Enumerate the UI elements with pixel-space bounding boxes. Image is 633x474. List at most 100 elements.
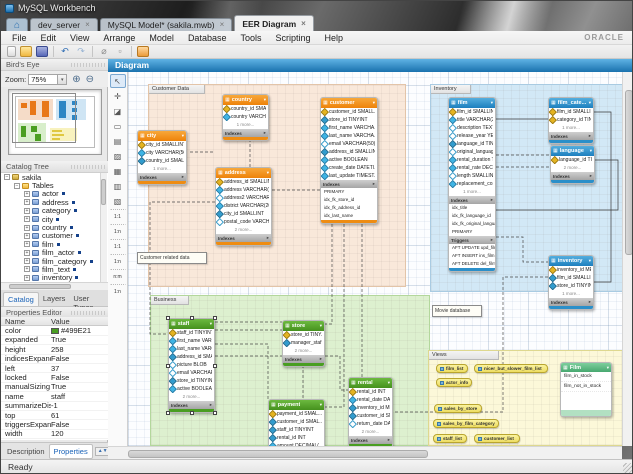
tab-catalog[interactable]: Catalog	[3, 292, 39, 306]
column-row[interactable]: payment_id SMAL...	[269, 410, 324, 418]
column-row[interactable]: address2 VARCHAR(50)	[216, 194, 271, 202]
property-row-manualsizing[interactable]: manualSizingTrue	[1, 383, 108, 392]
collapse-arrow-icon[interactable]: ▾	[388, 380, 390, 386]
column-row[interactable]: last_update TIMEST...	[321, 172, 377, 180]
undo-icon[interactable]: ↶	[59, 46, 71, 57]
expand-arrow-icon[interactable]: ▸	[589, 133, 591, 139]
column-row[interactable]: email VARCHAR(50)	[321, 140, 377, 148]
expand-arrow-icon[interactable]: ▸	[491, 197, 493, 203]
section-item[interactable]: idx_fk_address_id	[321, 204, 377, 212]
section-indexes[interactable]: Indexes▸	[549, 298, 593, 306]
property-row-name[interactable]: namestaff	[1, 392, 108, 401]
section-item[interactable]: idx_last_name	[321, 212, 377, 220]
table-header[interactable]: ▦store▾	[283, 321, 324, 331]
table-rental[interactable]: ▦rental▾rental_id INTrental_date DATE...…	[348, 377, 393, 446]
property-row-triggersexpanded[interactable]: triggersExpandedFalse	[1, 420, 108, 429]
menu-model[interactable]: Model	[142, 33, 181, 43]
more-columns[interactable]: 1 more...	[449, 188, 495, 196]
column-row[interactable]: store_id TINY...	[283, 331, 324, 339]
section-indexes[interactable]: Indexes▸	[169, 401, 214, 409]
rel-1-n-identifying-tool[interactable]: 1:n	[110, 254, 126, 268]
column-row[interactable]: staff_id TINYINT	[269, 426, 324, 434]
resize-grip[interactable]	[623, 463, 633, 473]
column-row[interactable]: postal_code VARCH...	[216, 218, 271, 226]
select-tool[interactable]: ↖	[110, 74, 126, 88]
rel-1-1-non-identifying-tool[interactable]: 1:1	[110, 209, 126, 223]
column-row[interactable]: address_id SMALLINT	[216, 178, 271, 186]
canvas-vertical-scrollbar[interactable]	[622, 72, 633, 446]
view-sales-by-film-category[interactable]: sales_by_film_category	[433, 419, 499, 428]
column-row[interactable]: city VARCHAR(50)	[138, 149, 186, 157]
table-header[interactable]: ▦inventory▾	[549, 256, 593, 266]
selection-handle[interactable]	[166, 364, 170, 368]
expand-icon[interactable]: +	[24, 191, 30, 197]
section-item[interactable]: AFT UPDATE upd_film	[449, 244, 495, 252]
diagram-canvas[interactable]: Customer DataInventoryBusinessViews	[128, 72, 622, 446]
table-language[interactable]: ▦language▾language_id TINY...2 more...In…	[550, 145, 595, 184]
collapse-arrow-icon[interactable]: ▾	[590, 148, 592, 154]
note-movie-database[interactable]: Movie database	[432, 305, 482, 317]
column-row[interactable]: last_name VARCHA...	[321, 132, 377, 140]
column-row[interactable]: create_date DATETI...	[321, 164, 377, 172]
column-row[interactable]: first_name VARCH...	[169, 337, 214, 345]
property-row-summarizedisplay[interactable]: summarizeDisplay-1	[1, 402, 108, 411]
column-row[interactable]: inventory_id MEDI...	[349, 404, 392, 412]
routine-film-not-in-stock[interactable]: film_not_in_stock	[561, 382, 611, 392]
table-header[interactable]: ▦address▾	[216, 168, 271, 178]
tab-user-types[interactable]: User Types	[69, 292, 108, 306]
table-address[interactable]: ▦address▾address_id SMALLINTaddress VARC…	[215, 167, 272, 246]
minimap-viewport[interactable]	[12, 93, 76, 143]
section-indexes[interactable]: Indexes▸	[549, 132, 593, 140]
canvas-hscroll-thumb[interactable]	[128, 450, 428, 458]
column-row[interactable]: rental_rate DECIMA...	[449, 164, 495, 172]
section-item[interactable]: PRIMARY	[449, 228, 495, 236]
tree-table-category[interactable]: +category	[1, 207, 108, 215]
table-customer[interactable]: ▦customer▾customer_id SMALL...store_id T…	[320, 97, 378, 224]
column-row[interactable]: active BOOLEAN	[169, 385, 214, 393]
column-row[interactable]: language_id TINY...	[551, 156, 594, 164]
magnet-icon[interactable]: ⌀	[98, 46, 110, 57]
column-row[interactable]: city_id SMALLINT	[216, 210, 271, 218]
layer-tool[interactable]: ▭	[110, 119, 126, 133]
table-header[interactable]: ▦staff▾	[169, 319, 214, 329]
collapse-arrow-icon[interactable]: ▾	[373, 100, 375, 106]
table-film[interactable]: ▦film▾film_id SMALLINTtitle VARCHAR(255)…	[448, 97, 496, 272]
column-row[interactable]: picture BLOB	[169, 361, 214, 369]
section-indexes[interactable]: Indexes▸	[138, 173, 186, 181]
table-store[interactable]: ▦store▾store_id TINY...manager_staf...2 …	[282, 320, 325, 367]
table-header[interactable]: ▦payment▾	[269, 400, 324, 410]
zoom-in-icon[interactable]: ⊕	[72, 74, 80, 85]
section-item[interactable]: PRIMARY	[321, 188, 377, 196]
column-row[interactable]: address VARCHAR(50)	[216, 186, 271, 194]
selection-handle[interactable]	[190, 316, 194, 320]
expand-icon[interactable]: +	[24, 241, 30, 247]
view-sales-by-store[interactable]: sales_by_store	[434, 404, 482, 413]
column-row[interactable]: category_id TINY...	[549, 116, 593, 124]
column-row[interactable]: country VARCHAR(50)	[223, 113, 268, 121]
section-indexes[interactable]: Indexes▸	[223, 129, 268, 137]
routine-film-in-stock[interactable]: film_in_stock	[561, 372, 611, 382]
routine-group-header[interactable]: ▦Film▾	[561, 363, 611, 372]
property-row-top[interactable]: top61	[1, 411, 108, 420]
column-row[interactable]: amount DECIMAL(...	[269, 442, 324, 446]
property-row-left[interactable]: left37	[1, 364, 108, 373]
menu-view[interactable]: View	[63, 33, 96, 43]
expand-icon[interactable]: +	[24, 258, 30, 264]
menu-database[interactable]: Database	[181, 33, 234, 43]
column-row[interactable]: address_id SMALL...	[169, 353, 214, 361]
expand-icon[interactable]: +	[24, 275, 30, 281]
view-tool[interactable]: ▥	[110, 179, 126, 193]
expand-icon[interactable]: +	[24, 225, 30, 231]
grid-icon[interactable]: ▫	[114, 46, 126, 57]
column-row[interactable]: rental_id INT	[349, 388, 392, 396]
table-header[interactable]: ▦city▾	[138, 131, 186, 141]
section-item[interactable]: idx_title	[449, 204, 495, 212]
section-triggers[interactable]: Triggers▸	[449, 236, 495, 244]
column-row[interactable]: country_id SMALLINT	[223, 105, 268, 113]
expand-arrow-icon[interactable]: ▸	[590, 173, 592, 179]
column-row[interactable]: address_id SMALLINT	[321, 148, 377, 156]
collapse-arrow-icon[interactable]: ▾	[320, 402, 322, 408]
rel-1-1-identifying-tool[interactable]: 1:1	[110, 239, 126, 253]
selection-handle[interactable]	[213, 364, 217, 368]
column-row[interactable]: store_id TINYINT	[549, 282, 593, 290]
